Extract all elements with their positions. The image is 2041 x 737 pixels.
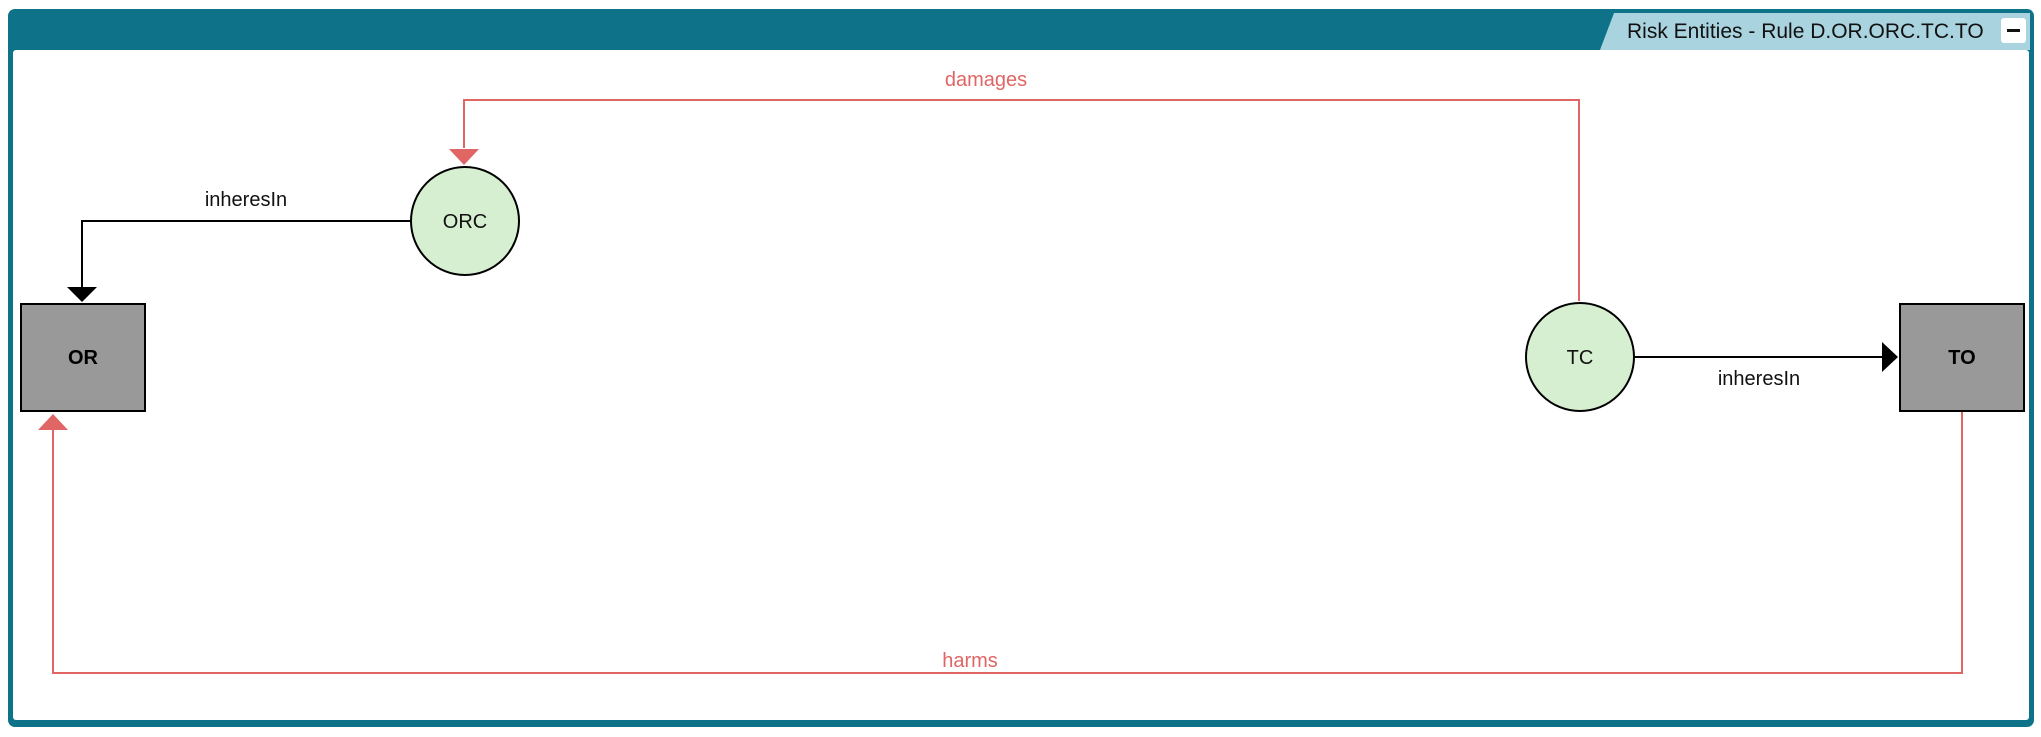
- edge-damages-arrowhead: [449, 149, 479, 165]
- edge-inheres-orc-label: inheresIn: [205, 189, 287, 211]
- node-to-label: TO: [1948, 347, 1975, 369]
- edge-harms[interactable]: harms: [38, 412, 1963, 674]
- node-or-label: OR: [68, 347, 99, 369]
- node-or[interactable]: OR: [20, 303, 146, 412]
- edge-inheres-orc-line: [81, 220, 410, 287]
- node-tc-label: TC: [1567, 347, 1594, 369]
- node-orc[interactable]: ORC: [410, 166, 520, 276]
- node-orc-label: ORC: [443, 211, 487, 233]
- edge-damages-label: damages: [945, 69, 1027, 91]
- edge-harms-label: harms: [942, 650, 998, 672]
- edge-inheres-tc-arrowhead: [1882, 342, 1898, 372]
- edge-inheres-tc[interactable]: inheresIn: [1634, 342, 1898, 390]
- edge-inheres-tc-label: inheresIn: [1718, 368, 1800, 390]
- edge-harms-line: [52, 412, 1963, 674]
- node-tc[interactable]: TC: [1525, 302, 1635, 412]
- edge-harms-arrowhead: [38, 414, 68, 430]
- edge-inheres-orc-arrowhead: [67, 287, 97, 302]
- edge-damages[interactable]: damages: [449, 69, 1580, 301]
- node-to[interactable]: TO: [1899, 303, 2025, 412]
- edge-inheres-orc[interactable]: inheresIn: [67, 189, 410, 302]
- edge-damages-line: [463, 99, 1580, 301]
- risk-diagram: damages inheresIn inheresIn harms ORC TC…: [20, 69, 2025, 674]
